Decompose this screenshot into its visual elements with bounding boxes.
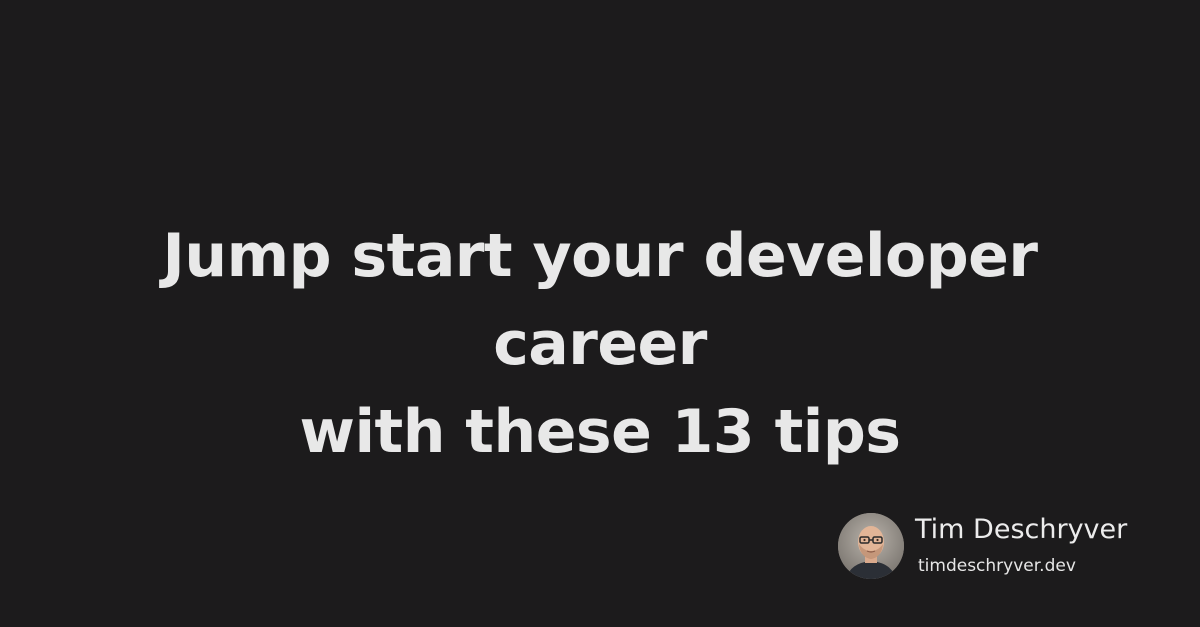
person-photo-icon (838, 513, 904, 579)
page-title: Jump start your developer career with th… (50, 212, 1150, 476)
author-block: Tim Deschryver timdeschryver.dev (838, 513, 1168, 579)
author-name: Tim Deschryver (915, 514, 1128, 545)
social-card: Jump start your developer career with th… (0, 0, 1200, 627)
author-website: timdeschryver.dev (918, 556, 1076, 576)
title-line-2: with these 13 tips (299, 397, 901, 467)
title-line-1: Jump start your developer career (162, 221, 1038, 379)
avatar (838, 513, 904, 579)
